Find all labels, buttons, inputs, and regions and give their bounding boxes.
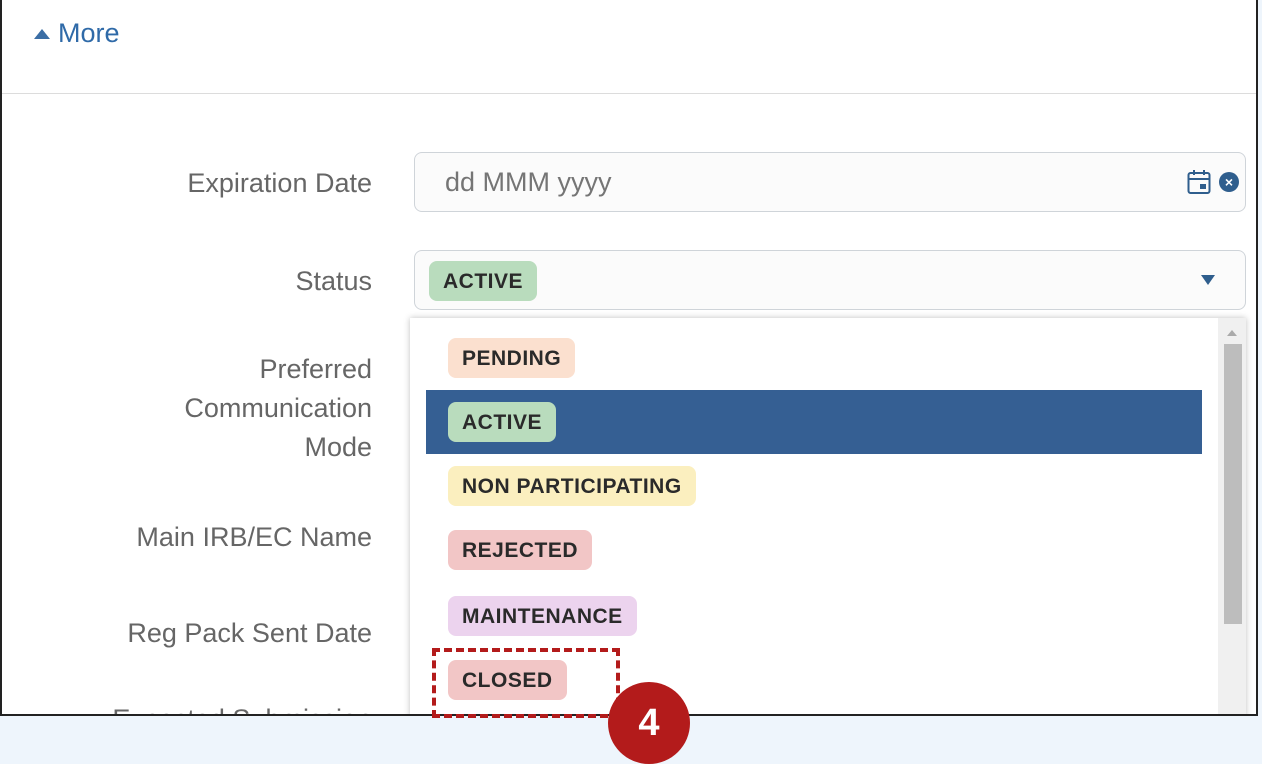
expiration-date-input[interactable] bbox=[445, 153, 1145, 211]
clear-icon[interactable]: × bbox=[1219, 172, 1239, 192]
more-toggle-label: More bbox=[58, 18, 120, 48]
calendar-icon[interactable] bbox=[1187, 169, 1211, 195]
status-option-badge: NON PARTICIPATING bbox=[448, 466, 696, 506]
chevron-down-icon[interactable] bbox=[1201, 275, 1215, 285]
more-header: More bbox=[2, 0, 1256, 94]
status-option-badge: REJECTED bbox=[448, 530, 593, 570]
expiration-date-label: Expiration Date bbox=[187, 168, 372, 198]
label-line: Communication bbox=[184, 393, 372, 423]
expiration-date-field[interactable]: × bbox=[414, 152, 1246, 212]
status-option-badge: PENDING bbox=[448, 338, 576, 378]
status-option-badge: ACTIVE bbox=[448, 402, 557, 442]
scroll-up-arrow-icon[interactable] bbox=[1227, 330, 1237, 336]
preferred-communication-mode-label: Preferred Communication Mode bbox=[184, 350, 372, 467]
scrollbar-thumb[interactable] bbox=[1224, 344, 1242, 624]
step-number-badge: 4 bbox=[608, 682, 690, 764]
more-section-panel: More Expiration Date × Status ACTIVE Pre… bbox=[0, 0, 1258, 716]
status-label: Status bbox=[295, 266, 372, 296]
main-irb-ec-name-label: Main IRB/EC Name bbox=[136, 522, 372, 552]
status-option-pending[interactable]: PENDING bbox=[426, 326, 1202, 390]
label-line: Preferred bbox=[259, 354, 372, 384]
expected-submission-label: Expected Submission bbox=[112, 700, 372, 714]
status-option-non-participating[interactable]: NON PARTICIPATING bbox=[426, 454, 1202, 518]
status-select[interactable]: ACTIVE bbox=[414, 250, 1246, 310]
label-line: Mode bbox=[304, 432, 372, 462]
status-option-badge: MAINTENANCE bbox=[448, 596, 637, 636]
status-option-active[interactable]: ACTIVE bbox=[426, 390, 1202, 454]
status-option-rejected[interactable]: REJECTED bbox=[426, 518, 1202, 582]
dropdown-scrollbar[interactable] bbox=[1218, 318, 1246, 714]
reg-pack-sent-date-label: Reg Pack Sent Date bbox=[127, 618, 372, 648]
caret-up-icon bbox=[34, 28, 50, 39]
callout-highlight-box bbox=[432, 648, 620, 718]
status-selected-badge: ACTIVE bbox=[429, 261, 538, 301]
status-option-maintenance[interactable]: MAINTENANCE bbox=[426, 584, 1202, 648]
more-toggle[interactable]: More bbox=[34, 18, 120, 49]
